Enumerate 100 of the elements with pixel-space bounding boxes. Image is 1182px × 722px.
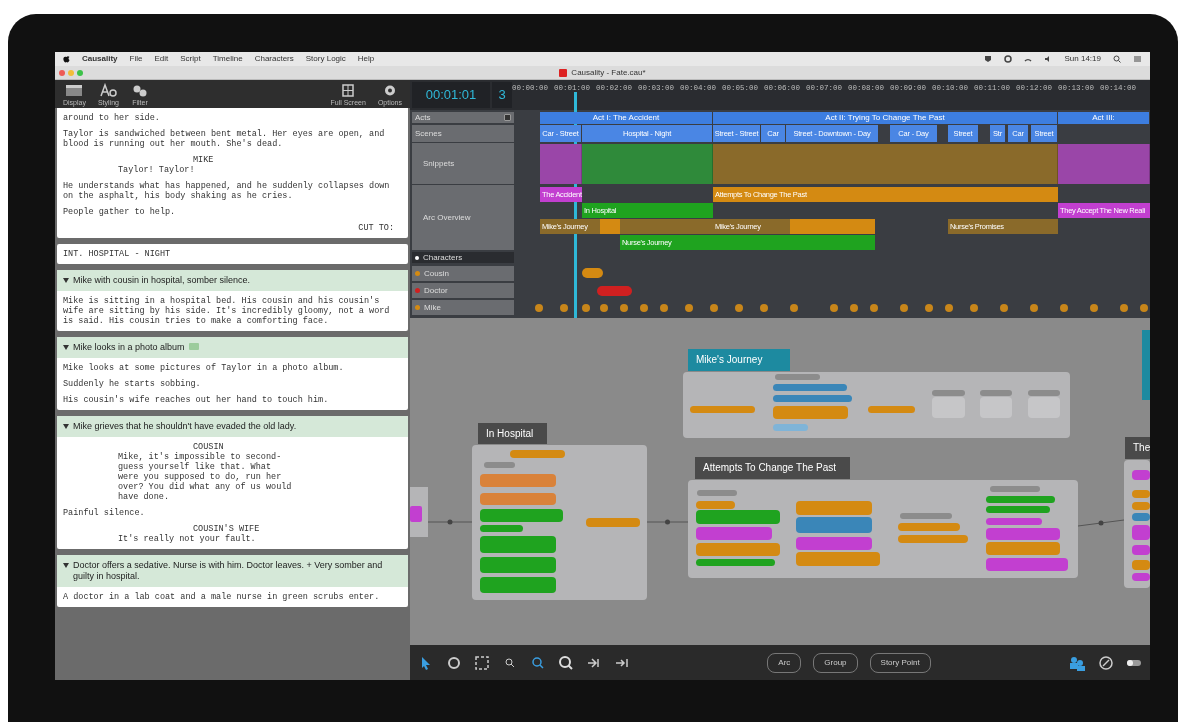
beat-header[interactable]: Mike grieves that he shouldn't have evaded the old lady. bbox=[57, 416, 408, 437]
add-button[interactable]: Arc bbox=[767, 652, 802, 673]
fit-screen-icon[interactable] bbox=[474, 654, 490, 671]
menu-item[interactable]: Help bbox=[357, 53, 375, 65]
appearance-marker[interactable] bbox=[1030, 304, 1038, 312]
story-node[interactable] bbox=[773, 424, 808, 431]
story-node[interactable] bbox=[1132, 490, 1150, 498]
story-node[interactable] bbox=[480, 509, 563, 522]
track-header[interactable]: Cousin bbox=[412, 266, 514, 281]
story-node[interactable] bbox=[1028, 390, 1060, 396]
search-icon[interactable] bbox=[1113, 55, 1121, 63]
snippet-block[interactable] bbox=[540, 144, 582, 184]
story-node[interactable] bbox=[980, 390, 1012, 396]
search-icon[interactable] bbox=[558, 654, 574, 671]
story-node[interactable] bbox=[480, 493, 556, 505]
menu-item[interactable]: Edit bbox=[154, 53, 169, 65]
menu-icon[interactable] bbox=[1133, 55, 1142, 63]
appearance-marker[interactable] bbox=[685, 304, 693, 312]
appearance-marker[interactable] bbox=[945, 304, 953, 312]
story-node[interactable] bbox=[410, 506, 422, 522]
story-node[interactable] bbox=[480, 525, 523, 532]
appearance-marker[interactable] bbox=[1000, 304, 1008, 312]
toggle-icon[interactable] bbox=[1126, 657, 1142, 668]
story-node[interactable] bbox=[480, 557, 556, 573]
story-node[interactable] bbox=[1132, 525, 1150, 540]
track-header[interactable]: Snippets bbox=[412, 143, 514, 184]
disclosure-icon[interactable] bbox=[63, 423, 69, 429]
act-bar[interactable]: Act II: Trying To Change The Past bbox=[713, 112, 1057, 124]
story-node[interactable] bbox=[796, 537, 872, 550]
story-node[interactable] bbox=[510, 450, 565, 458]
shield-icon[interactable] bbox=[983, 55, 992, 63]
appearance-marker[interactable] bbox=[660, 304, 668, 312]
story-node[interactable] bbox=[1132, 470, 1150, 480]
story-node[interactable] bbox=[796, 552, 880, 566]
group-title[interactable]: The bbox=[1125, 437, 1150, 459]
arc-segment[interactable] bbox=[600, 219, 620, 234]
add-button[interactable]: Group bbox=[813, 652, 858, 673]
story-node[interactable] bbox=[773, 406, 848, 419]
story-node[interactable] bbox=[986, 542, 1060, 555]
menu-item[interactable]: Timeline bbox=[212, 53, 243, 65]
story-node[interactable] bbox=[932, 397, 965, 418]
story-node[interactable] bbox=[1132, 513, 1150, 521]
appearance-marker[interactable] bbox=[925, 304, 933, 312]
arc-segment[interactable] bbox=[790, 219, 875, 234]
appearance-marker[interactable] bbox=[597, 286, 632, 296]
group-title[interactable] bbox=[1142, 330, 1150, 400]
story-node[interactable] bbox=[868, 406, 915, 413]
track-header[interactable]: Doctor bbox=[412, 283, 514, 298]
story-node[interactable] bbox=[898, 523, 960, 531]
disclosure-icon[interactable] bbox=[63, 344, 69, 350]
appearance-marker[interactable] bbox=[760, 304, 768, 312]
story-node[interactable] bbox=[696, 559, 775, 566]
story-node[interactable] bbox=[986, 506, 1050, 513]
story-node[interactable] bbox=[1132, 560, 1150, 570]
story-node[interactable] bbox=[690, 406, 755, 413]
story-node[interactable] bbox=[980, 397, 1012, 418]
story-node[interactable] bbox=[480, 536, 556, 553]
disclosure-icon[interactable] bbox=[63, 562, 69, 568]
story-node[interactable] bbox=[1028, 397, 1060, 418]
appearance-marker[interactable] bbox=[620, 304, 628, 312]
appearance-marker[interactable] bbox=[900, 304, 908, 312]
story-node[interactable] bbox=[586, 518, 640, 527]
story-node[interactable] bbox=[480, 474, 556, 487]
track-header[interactable]: Mike bbox=[412, 300, 514, 315]
beat-header[interactable]: Mike looks in a photo album bbox=[57, 337, 408, 358]
display-icon[interactable] bbox=[65, 82, 84, 98]
act-bar[interactable]: Act III: bbox=[1058, 112, 1149, 124]
story-node[interactable] bbox=[1132, 502, 1150, 510]
story-node[interactable] bbox=[986, 558, 1068, 571]
story-node[interactable] bbox=[986, 496, 1055, 503]
group-title[interactable]: Mike's Journey bbox=[688, 349, 790, 371]
story-node[interactable] bbox=[480, 577, 556, 593]
appearance-marker[interactable] bbox=[830, 304, 838, 312]
story-node[interactable] bbox=[900, 513, 952, 519]
track-header[interactable]: Characters bbox=[412, 252, 514, 263]
menu-item[interactable]: File bbox=[129, 53, 143, 65]
story-node[interactable] bbox=[773, 395, 852, 402]
maximize-icon[interactable] bbox=[77, 70, 83, 76]
appearance-marker[interactable] bbox=[1120, 304, 1128, 312]
beat-header[interactable]: Mike with cousin in hospital, somber silence. bbox=[57, 270, 408, 291]
app-menu[interactable]: Causality bbox=[82, 53, 118, 65]
track-header[interactable]: Arc Overview bbox=[412, 185, 514, 250]
story-node[interactable] bbox=[773, 384, 847, 391]
appearance-marker[interactable] bbox=[790, 304, 798, 312]
appearance-marker[interactable] bbox=[640, 304, 648, 312]
people-icon[interactable] bbox=[1068, 654, 1086, 671]
close-icon[interactable] bbox=[59, 70, 65, 76]
zoom-in-icon[interactable] bbox=[530, 654, 546, 671]
story-node[interactable] bbox=[696, 510, 780, 524]
story-node[interactable] bbox=[898, 535, 968, 543]
story-node[interactable] bbox=[990, 486, 1040, 492]
story-node[interactable] bbox=[696, 527, 772, 540]
appearance-marker[interactable] bbox=[850, 304, 858, 312]
appearance-marker[interactable] bbox=[870, 304, 878, 312]
story-node[interactable] bbox=[796, 501, 872, 515]
story-node[interactable] bbox=[484, 462, 515, 468]
group-title[interactable]: In Hospital bbox=[478, 423, 547, 444]
story-node[interactable] bbox=[932, 390, 965, 396]
track-header[interactable]: Acts bbox=[412, 112, 514, 123]
snippet-block[interactable] bbox=[713, 144, 1058, 184]
